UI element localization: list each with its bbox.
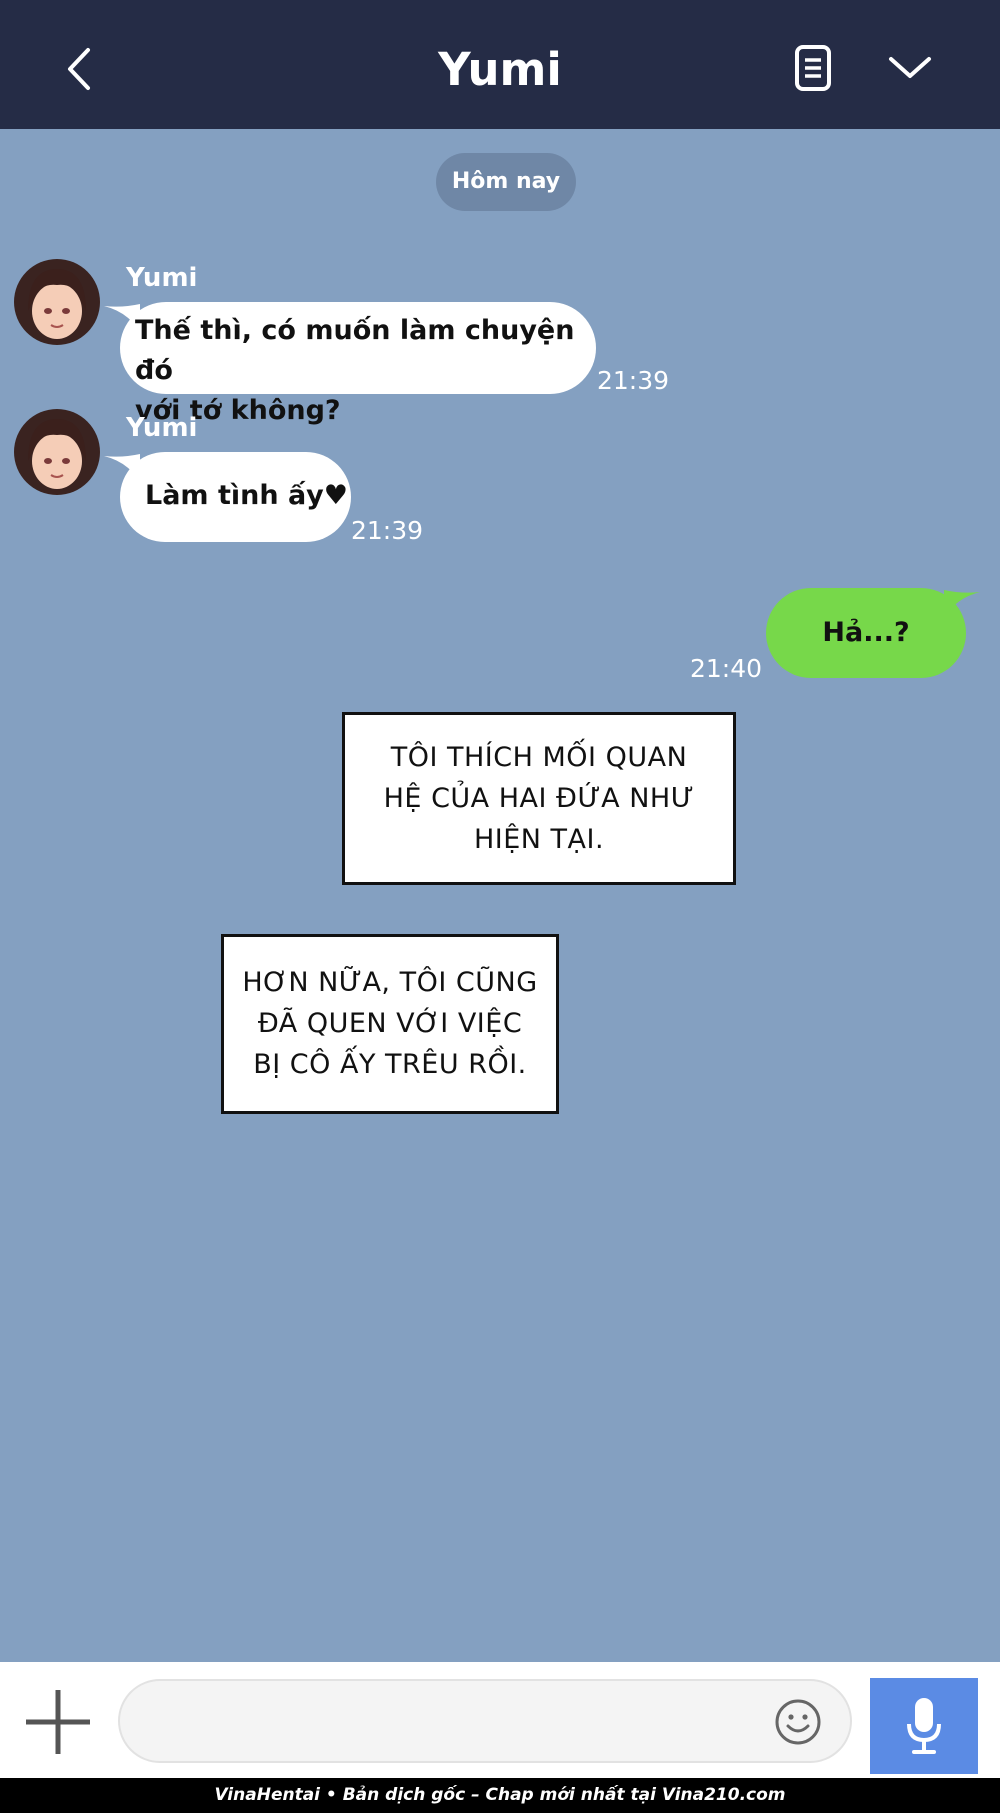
message-line: Hả...? bbox=[822, 617, 910, 648]
notes-icon[interactable] bbox=[793, 44, 833, 92]
message-line: Thế thì, có muốn làm chuyện đó bbox=[135, 315, 575, 386]
sender-avatar[interactable] bbox=[14, 259, 100, 345]
message-time: 21:39 bbox=[597, 366, 670, 395]
chat-header: Yumi bbox=[0, 0, 1000, 129]
message-bubble[interactable]: Thế thì, có muốn làm chuyện đó với tớ kh… bbox=[120, 302, 596, 426]
sender-avatar[interactable] bbox=[14, 409, 100, 495]
message-time: 21:40 bbox=[690, 654, 763, 683]
caption-line: HỆ CỦA HAI ĐỨA NHƯ bbox=[383, 783, 695, 814]
chat-title: Yumi bbox=[438, 43, 562, 96]
message-bubble[interactable]: Làm tình ấy♥ bbox=[120, 452, 351, 542]
caption-line: BỊ CÔ ẤY TRÊU RỒI. bbox=[253, 1049, 527, 1080]
microphone-icon bbox=[907, 1698, 941, 1754]
message-input[interactable] bbox=[118, 1679, 852, 1763]
message-bubble-outgoing[interactable]: Hả...? bbox=[766, 588, 966, 678]
message-time: 21:39 bbox=[351, 516, 424, 545]
narration-caption: TÔI THÍCH MỐI QUAN HỆ CỦA HAI ĐỨA NHƯ HI… bbox=[342, 712, 736, 885]
smiley-icon[interactable] bbox=[774, 1698, 822, 1746]
sender-name: Yumi bbox=[126, 263, 198, 293]
voice-record-button[interactable] bbox=[870, 1678, 978, 1774]
plus-icon[interactable] bbox=[24, 1688, 92, 1756]
chevron-down-icon[interactable] bbox=[887, 52, 933, 82]
narration-caption: HƠN NỮA, TÔI CŨNG ĐÃ QUEN VỚI VIỆC BỊ CÔ… bbox=[221, 934, 559, 1114]
message-line: với tớ không? bbox=[135, 395, 341, 426]
message-input-bar bbox=[0, 1662, 1000, 1778]
caption-line: TÔI THÍCH MỐI QUAN bbox=[390, 742, 688, 773]
caption-line: HƠN NỮA, TÔI CŨNG bbox=[242, 967, 538, 998]
translator-credit-footer: VinaHentai • Bản dịch gốc – Chap mới nhấ… bbox=[0, 1778, 1000, 1813]
caption-line: HIỆN TẠI. bbox=[473, 824, 605, 855]
message-line: Làm tình ấy♥ bbox=[145, 480, 348, 511]
sender-name: Yumi bbox=[126, 413, 198, 443]
caption-line: ĐÃ QUEN VỚI VIỆC bbox=[257, 1008, 523, 1039]
date-separator: Hôm nay bbox=[436, 153, 576, 211]
